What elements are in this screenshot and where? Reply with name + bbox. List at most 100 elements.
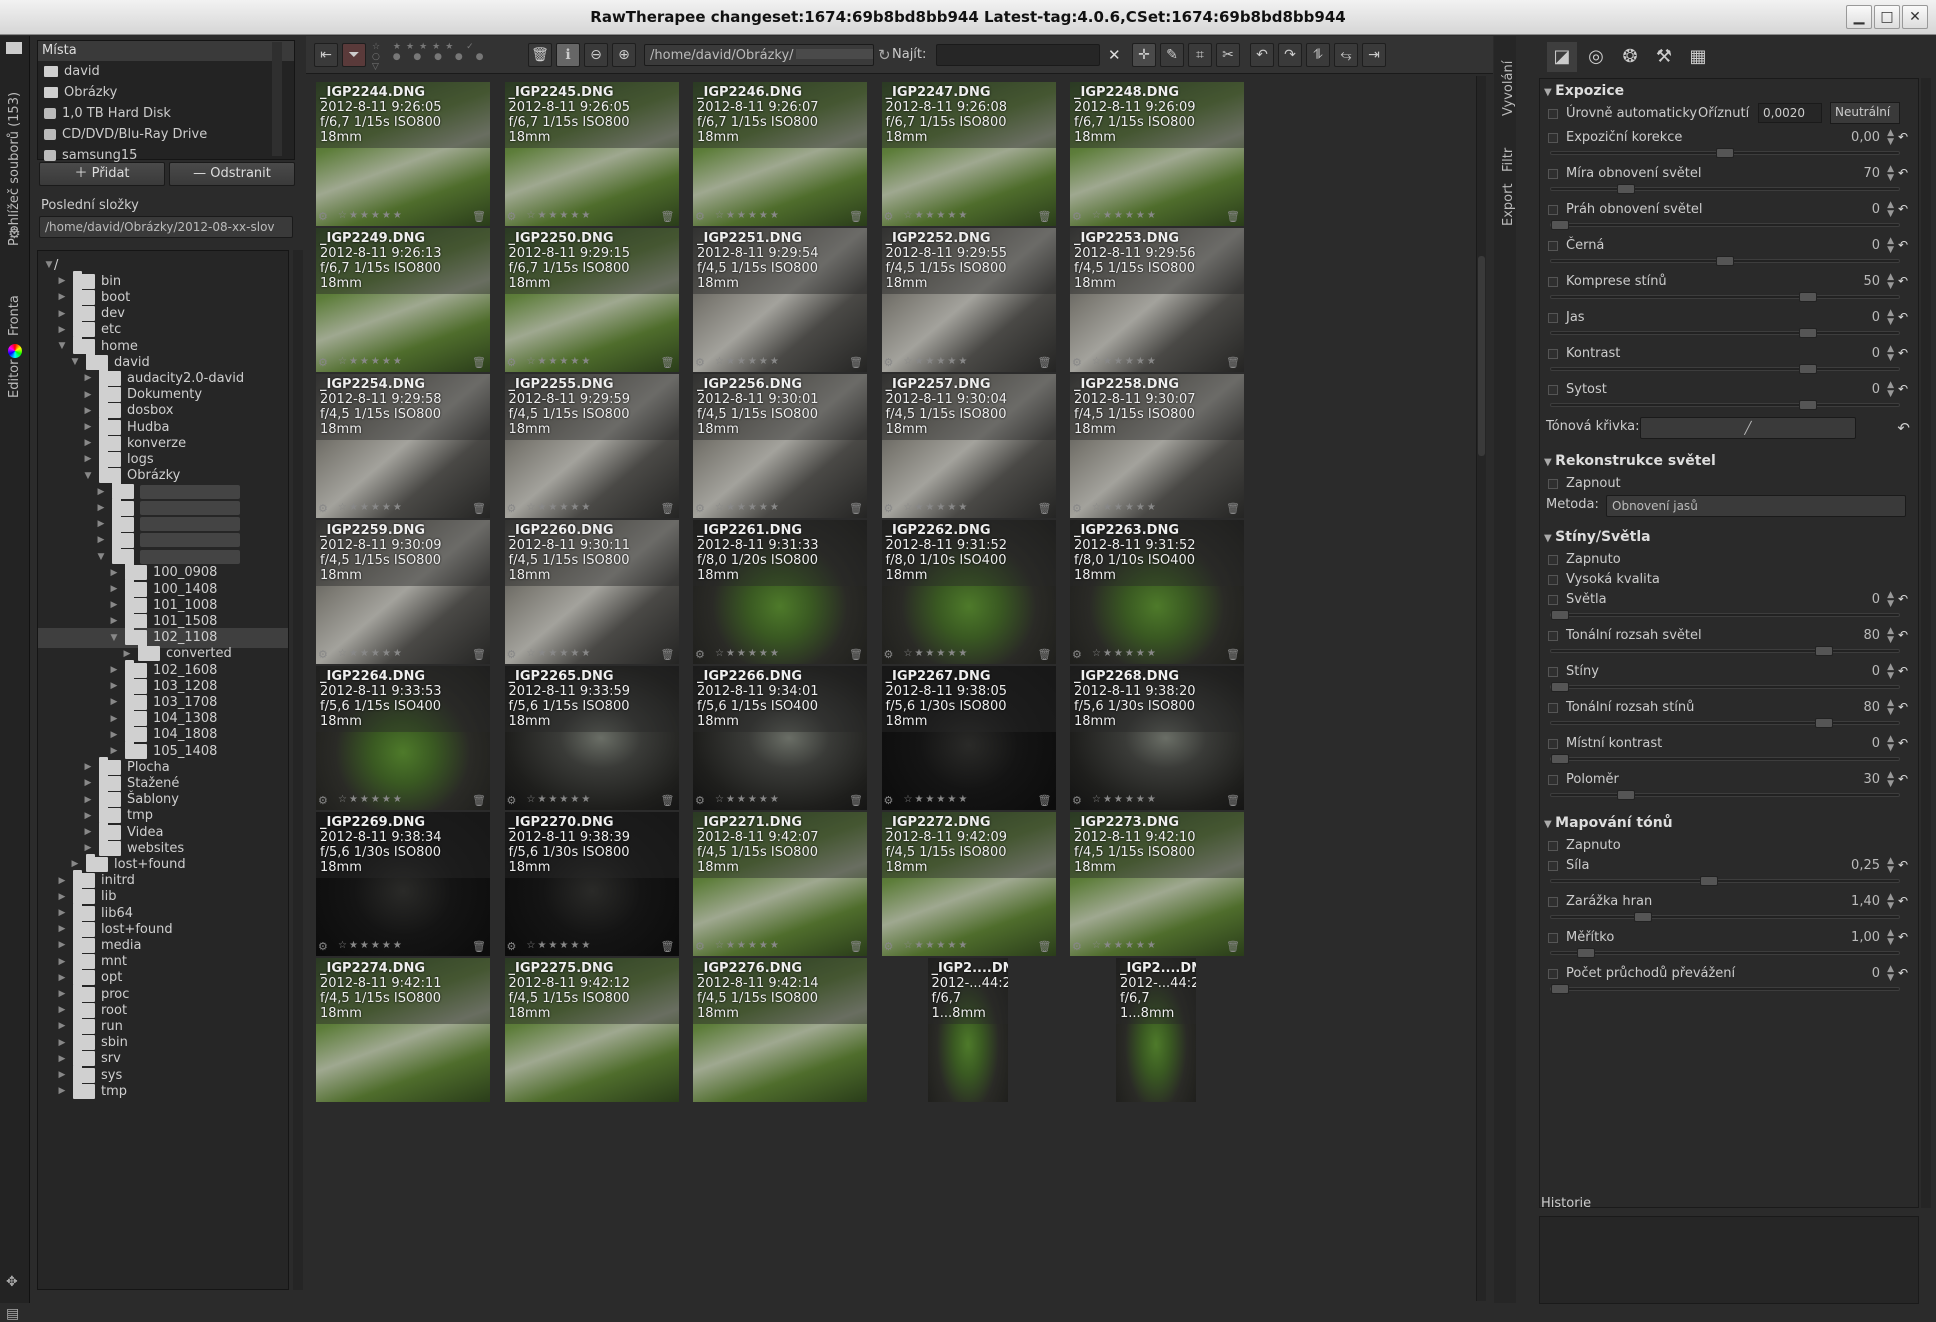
grid-scrollbar[interactable] <box>1476 76 1486 1301</box>
zoom-out-icon[interactable]: ⊖ <box>584 43 608 67</box>
gear-icon[interactable]: ⚙ <box>507 356 517 369</box>
remove-place-button[interactable]: — Odstranit <box>169 162 295 186</box>
enable-checkbox[interactable] <box>1548 313 1558 323</box>
spin-arrows-icon[interactable]: ▲ ▼ <box>1887 345 1894 363</box>
reset-icon[interactable]: ↶ <box>1898 310 1908 324</box>
spin-arrows-icon[interactable]: ▲ ▼ <box>1887 663 1894 681</box>
collapsed-arrow-icon[interactable]: ▶ <box>57 1038 67 1048</box>
tone-mapping-header[interactable]: Mapování tónů <box>1544 815 1672 831</box>
adjuster-value[interactable]: 0,00 <box>1851 130 1880 145</box>
trash-icon[interactable]: 🗑 <box>661 794 675 807</box>
info-icon[interactable]: ℹ <box>556 43 580 67</box>
checkbox[interactable] <box>1548 841 1558 851</box>
trash-icon[interactable]: 🗑 <box>1226 648 1240 661</box>
enable-checkbox[interactable] <box>1548 861 1558 871</box>
collapsed-arrow-icon[interactable]: ▶ <box>109 600 119 610</box>
adjuster-value[interactable]: 30 <box>1863 772 1880 787</box>
trash-icon[interactable]: 🗑 <box>1038 502 1052 515</box>
trash-icon[interactable]: 🗑 <box>472 356 486 369</box>
move-icon[interactable]: ✥ <box>6 1274 18 1290</box>
zoom-in-icon[interactable]: ⊕ <box>612 43 636 67</box>
trash-icon[interactable]: 🗑 <box>1226 356 1240 369</box>
slider-knob[interactable] <box>1551 220 1569 230</box>
rating-stars[interactable]: ☆★★★★★ <box>527 648 593 659</box>
trash-icon[interactable]: 🗑 <box>472 648 486 661</box>
adjuster-slider[interactable] <box>1550 790 1900 800</box>
expanded-arrow-icon[interactable]: ▼ <box>109 633 119 643</box>
reset-icon[interactable]: ↶ <box>1898 274 1908 288</box>
trash-icon[interactable]: 🗑 <box>661 356 675 369</box>
collapsed-arrow-icon[interactable]: ▶ <box>83 811 93 821</box>
adjuster-value[interactable]: 0 <box>1872 382 1880 397</box>
places-scrollbar[interactable] <box>272 42 282 156</box>
gear-icon[interactable]: ⚙ <box>507 502 517 515</box>
adjuster-value[interactable]: 0 <box>1872 310 1880 325</box>
gear-icon[interactable]: ⚙ <box>884 210 894 223</box>
rating-stars[interactable]: ☆★★★★★ <box>338 210 404 221</box>
method-select[interactable]: Obnovení jasů <box>1606 495 1906 517</box>
place-item[interactable]: david <box>38 61 294 82</box>
enable-checkbox[interactable] <box>1548 897 1558 907</box>
adjuster-slider[interactable] <box>1550 876 1900 886</box>
slider-knob[interactable] <box>1633 912 1652 922</box>
collapsed-arrow-icon[interactable]: ▶ <box>109 730 119 740</box>
adjuster-value[interactable]: 50 <box>1863 274 1880 289</box>
tone-curve-select[interactable]: ╱ <box>1640 417 1856 439</box>
tab-file-browser[interactable]: Prohlížeč souborů (153) <box>3 92 27 256</box>
hide-right-panel-button[interactable]: ⇥ <box>1362 43 1386 67</box>
adjuster-value[interactable]: 1,00 <box>1851 930 1880 945</box>
gear-icon[interactable]: ⚙ <box>318 648 328 661</box>
collapsed-arrow-icon[interactable]: ▶ <box>57 957 67 967</box>
filmstrip-icon[interactable]: ▤ <box>6 1306 19 1322</box>
gear-icon[interactable]: ⚙ <box>1072 648 1082 661</box>
rating-stars[interactable]: ☆★★★★★ <box>527 940 593 951</box>
collapsed-arrow-icon[interactable]: ▶ <box>57 973 67 983</box>
rating-stars[interactable]: ☆★★★★★ <box>904 794 970 805</box>
gear-icon[interactable]: ⚙ <box>507 76 517 77</box>
thumbnail-cell[interactable]: ⚙ ☆★★★★★ 🗑 _IGP2275.DNG 2012-8-11 9:42:12 f/4… <box>503 932 719 1112</box>
gear-icon[interactable]: ⚙ <box>318 502 328 515</box>
collapsed-arrow-icon[interactable]: ▶ <box>83 390 93 400</box>
spin-arrows-icon[interactable]: ▲ ▼ <box>1887 771 1894 789</box>
slider-knob[interactable] <box>1798 364 1817 374</box>
trash-icon[interactable]: 🗑 <box>849 356 863 369</box>
trash-icon[interactable]: 🗑 <box>472 940 486 953</box>
collapsed-arrow-icon[interactable]: ▶ <box>57 892 67 902</box>
slider-knob[interactable] <box>1798 400 1817 410</box>
color-tab-icon[interactable]: ❂ <box>1615 42 1645 72</box>
enable-checkbox[interactable] <box>1548 241 1558 251</box>
path-field[interactable]: /home/david/Obrázky/ <box>644 44 874 66</box>
collapsed-arrow-icon[interactable]: ▶ <box>122 649 132 659</box>
rating-stars[interactable]: ☆★★★★★ <box>527 794 593 805</box>
thumbnail-cell[interactable]: ⚙ ☆★★★★★ 🗑 _IGP2....DNG2012-...44:21f/6,7 1… <box>1068 932 1284 1112</box>
rating-stars[interactable]: ☆★★★★★ <box>338 356 404 367</box>
gear-icon[interactable]: ⚙ <box>1072 794 1082 807</box>
spin-arrows-icon[interactable]: ▲ ▼ <box>1887 237 1894 255</box>
reset-icon[interactable]: ↶ <box>1898 202 1908 216</box>
slider-knob[interactable] <box>1617 184 1635 194</box>
trash-icon[interactable]: 🗑 <box>1038 210 1052 223</box>
gear-icon[interactable]: ⚙ <box>695 210 705 223</box>
collapsed-arrow-icon[interactable]: ▶ <box>57 1005 67 1015</box>
rating-stars[interactable]: ☆★★★★★ <box>904 210 970 221</box>
collapsed-arrow-icon[interactable]: ▶ <box>57 924 67 934</box>
expanded-arrow-icon[interactable]: ▼ <box>96 552 106 562</box>
rotate-right-icon[interactable]: ↷ <box>1278 43 1302 67</box>
spin-arrows-icon[interactable]: ▲ ▼ <box>1887 857 1894 875</box>
thumbnail-image[interactable]: _IGP2275.DNG 2012-8-11 9:42:12 f/4,5 1/15s… <box>504 958 679 1102</box>
straighten-tool-icon[interactable]: ✂ <box>1216 43 1240 67</box>
gear-icon[interactable]: ⚙ <box>318 210 328 223</box>
slider-knob[interactable] <box>1798 292 1817 302</box>
reset-icon[interactable]: ↶ <box>1898 664 1908 678</box>
thumbnail-cell[interactable]: ⚙ ☆★★★★★ 🗑 _IGP2276.DNG 2012-8-11 9:42:14 f/4… <box>691 932 907 1112</box>
adjuster-slider[interactable] <box>1550 292 1900 302</box>
spin-arrows-icon[interactable]: ▲ ▼ <box>1887 381 1894 399</box>
spin-arrows-icon[interactable]: ▲ ▼ <box>1887 965 1894 983</box>
reset-icon[interactable]: ↶ <box>1898 894 1908 908</box>
thumbnail-image[interactable]: _IGP2....DNG2012-...44:20f/6,7 1...8mm <box>927 958 1008 1102</box>
trash-icon[interactable]: 🗑 <box>661 210 675 223</box>
collapsed-arrow-icon[interactable]: ▶ <box>96 487 106 497</box>
collapsed-arrow-icon[interactable]: ▶ <box>57 325 67 335</box>
gear-icon[interactable]: ⚙ <box>884 794 894 807</box>
adjuster-value[interactable]: 80 <box>1863 700 1880 715</box>
